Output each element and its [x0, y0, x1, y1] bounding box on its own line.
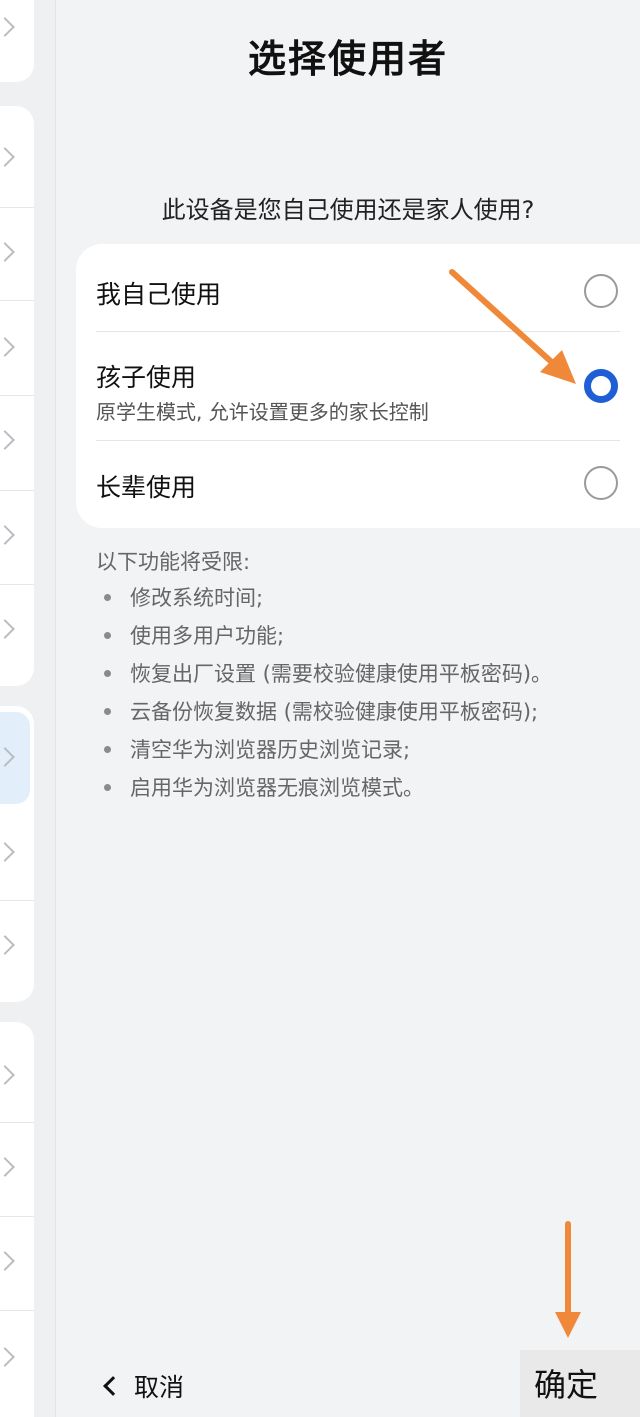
list-item: 恢复出厂设置 (需要校验健康使用平板密码)。	[104, 658, 634, 696]
divider	[0, 207, 34, 208]
confirm-button[interactable]: 确定	[534, 1360, 598, 1406]
back-arrow-icon	[103, 1376, 123, 1396]
option-label: 长辈使用	[96, 473, 197, 502]
bullet	[104, 632, 111, 639]
option-description: 原学生模式, 允许设置更多的家长控制	[96, 400, 429, 424]
divider	[0, 490, 34, 491]
list-item: 云备份恢复数据 (需校验健康使用平板密码);	[104, 696, 634, 734]
bullet	[104, 594, 111, 601]
bullet	[104, 670, 111, 677]
dialog-question: 此设备是您自己使用还是家人使用?	[161, 196, 535, 224]
cancel-label: 取消	[134, 1373, 185, 1402]
radio-elder[interactable]	[584, 466, 618, 500]
divider	[0, 300, 34, 301]
radio-self[interactable]	[584, 274, 618, 308]
background-card	[0, 106, 34, 686]
bullet	[104, 784, 111, 791]
option-label: 我自己使用	[96, 280, 222, 309]
background-card	[0, 0, 34, 82]
divider	[0, 395, 34, 396]
dialog-title: 选择使用者	[247, 37, 448, 81]
restrictions-title: 以下功能将受限:	[96, 550, 251, 574]
radio-child-selected[interactable]	[584, 369, 618, 403]
divider	[0, 1122, 34, 1123]
restrictions-list: 修改系统时间; 使用多用户功能; 恢复出厂设置 (需要校验健康使用平板密码)。 …	[104, 582, 634, 810]
list-item: 修改系统时间;	[104, 582, 634, 620]
option-child[interactable]: 孩子使用 原学生模式, 允许设置更多的家长控制	[96, 332, 640, 440]
annotation-arrow-to-confirm	[555, 1221, 581, 1338]
divider	[0, 1310, 34, 1311]
bullet	[104, 746, 111, 753]
user-options-card: 我自己使用 孩子使用 原学生模式, 允许设置更多的家长控制 长辈使用	[76, 244, 640, 528]
option-elder[interactable]: 长辈使用	[96, 440, 640, 528]
list-item: 启用华为浏览器无痕浏览模式。	[104, 772, 634, 810]
list-item: 使用多用户功能;	[104, 620, 634, 658]
divider	[0, 584, 34, 585]
background-settings-panel	[0, 0, 56, 1417]
bullet	[104, 708, 111, 715]
divider	[0, 900, 34, 901]
list-item: 清空华为浏览器历史浏览记录;	[104, 734, 634, 772]
divider	[0, 1216, 34, 1217]
option-self[interactable]: 我自己使用	[96, 244, 640, 332]
option-label: 孩子使用	[96, 363, 197, 392]
cancel-button[interactable]: 取消	[100, 1366, 184, 1406]
